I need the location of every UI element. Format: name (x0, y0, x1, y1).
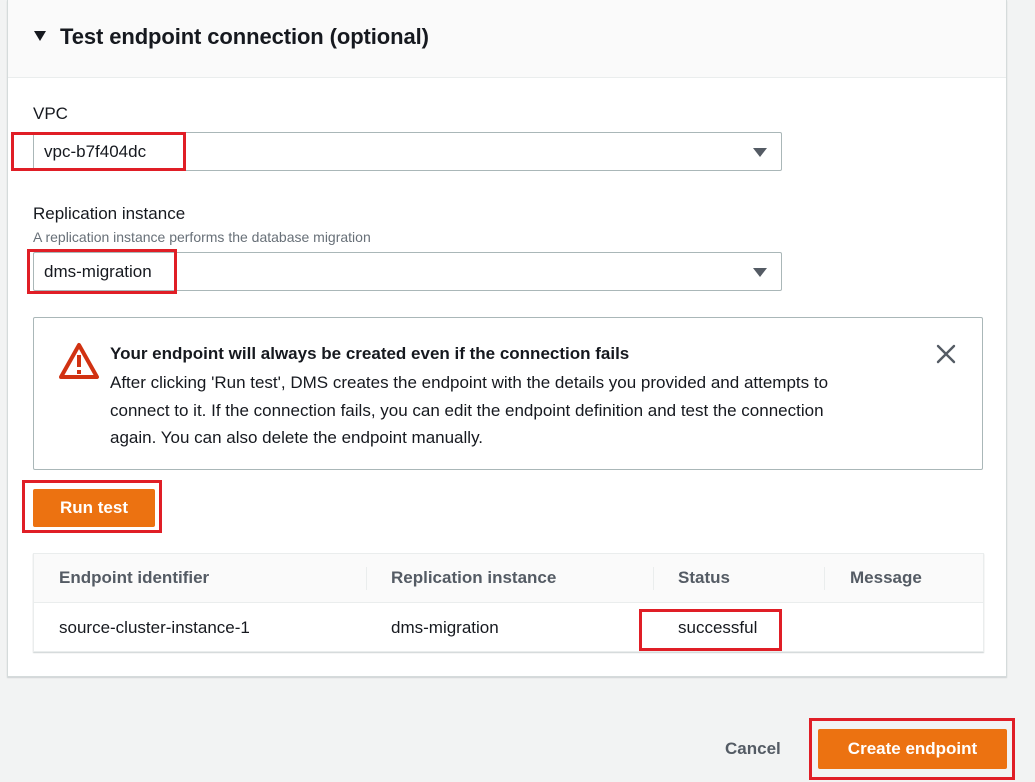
alert-body: After clicking 'Run test', DMS creates t… (110, 369, 910, 452)
cell-replication-instance: dms-migration (391, 618, 499, 637)
vpc-select[interactable]: vpc-b7f404dc (33, 132, 782, 171)
cancel-button[interactable]: Cancel (725, 739, 781, 759)
warning-icon (59, 343, 99, 379)
table-header: Endpoint identifier Replication instance… (34, 554, 983, 603)
create-endpoint-button[interactable]: Create endpoint (818, 729, 1007, 769)
alert-title: Your endpoint will always be created eve… (110, 344, 630, 363)
cell-status: successful (678, 618, 758, 637)
warning-alert: Your endpoint will always be created eve… (33, 317, 983, 470)
alert-body-line: After clicking 'Run test', DMS creates t… (110, 373, 829, 392)
run-test-button[interactable]: Run test (33, 489, 155, 527)
panel-header[interactable]: Test endpoint connection (optional) (8, 0, 1006, 78)
column-header-replication-instance[interactable]: Replication instance (391, 568, 556, 588)
test-endpoint-panel: Test endpoint connection (optional) VPC … (7, 0, 1007, 677)
column-header-endpoint-identifier[interactable]: Endpoint identifier (59, 568, 209, 588)
chevron-down-icon (753, 148, 767, 157)
vpc-label: VPC (33, 104, 68, 123)
cell-endpoint-identifier: source-cluster-instance-1 (59, 618, 250, 637)
vpc-select-value: vpc-b7f404dc (44, 142, 147, 161)
alert-body-line: again. You can also delete the endpoint … (110, 428, 484, 447)
replication-instance-label: Replication instance (33, 204, 186, 223)
replication-instance-select-value: dms-migration (44, 262, 152, 281)
close-icon[interactable] (936, 344, 956, 364)
panel-title: Test endpoint connection (optional) (60, 24, 429, 49)
replication-instance-description: A replication instance performs the data… (33, 229, 371, 245)
alert-body-line: connect to it. If the connection fails, … (110, 400, 824, 420)
caret-down-icon[interactable] (34, 31, 46, 41)
chevron-down-icon (753, 268, 767, 277)
column-divider (366, 567, 367, 590)
column-header-message[interactable]: Message (850, 568, 922, 588)
replication-instance-select[interactable]: dms-migration (33, 252, 782, 291)
column-header-status[interactable]: Status (678, 568, 730, 588)
column-divider (653, 567, 654, 590)
column-divider (824, 567, 825, 590)
test-results-table: Endpoint identifier Replication instance… (33, 553, 984, 652)
